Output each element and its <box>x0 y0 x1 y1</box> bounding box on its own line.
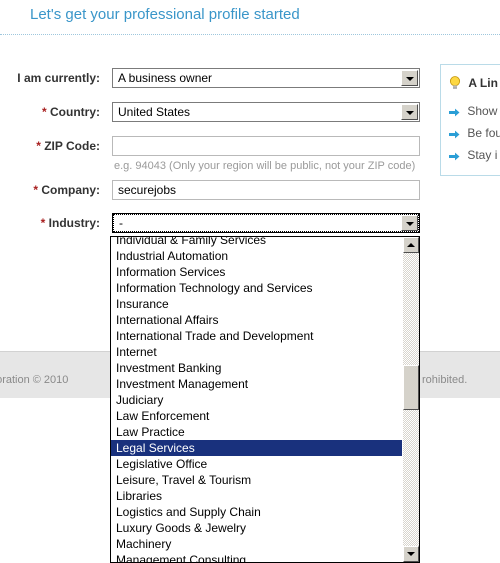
country-combo[interactable]: United States <box>112 102 420 122</box>
label-status: I am currently: <box>17 71 100 85</box>
industry-option[interactable]: Management Consulting <box>111 552 402 562</box>
industry-option[interactable]: Luxury Goods & Jewelry <box>111 520 402 536</box>
form-row-country: * Country: United States <box>0 102 436 124</box>
industry-option[interactable]: Information Services <box>111 264 402 280</box>
scroll-down-arrow-icon[interactable] <box>403 546 419 562</box>
header-divider <box>0 34 500 35</box>
status-combo[interactable]: A business owner <box>112 68 420 88</box>
form-row-status: I am currently: A business owner <box>0 68 436 90</box>
tip-item-label: Stay i <box>467 147 498 162</box>
footer-copyright: In Corporation © 2010 <box>0 374 69 386</box>
industry-combo[interactable]: - <box>112 213 420 233</box>
scrollbar-thumb[interactable] <box>403 365 419 410</box>
footer-rights-text: rohibited. <box>422 374 468 386</box>
industry-option[interactable]: Judiciary <box>111 392 402 408</box>
form-row-company: * Company: securejobs <box>0 180 436 202</box>
tip-item-label: Show <box>467 103 498 118</box>
industry-option-list: Individual & Family Services Industrial A… <box>111 237 402 562</box>
industry-option[interactable]: Logistics and Supply Chain <box>111 504 402 520</box>
required-marker: * <box>40 216 46 230</box>
tip-item-label: Be fou <box>467 125 500 140</box>
industry-option[interactable]: Machinery <box>111 536 402 552</box>
industry-combo-value: - <box>119 216 123 230</box>
tip-item-0: Show <box>449 103 497 118</box>
tip-panel-header: A Lin <box>449 75 498 90</box>
required-marker: * <box>33 183 38 197</box>
zip-code-input[interactable] <box>112 136 420 156</box>
lightbulb-icon <box>449 75 461 90</box>
chevron-down-icon[interactable] <box>401 215 418 231</box>
chevron-down-icon[interactable] <box>401 70 418 86</box>
industry-option[interactable]: Information Technology and Services <box>111 280 402 296</box>
page-header: Let's get your professional profile star… <box>0 0 500 33</box>
industry-dropdown-list[interactable]: Individual & Family Services Industrial A… <box>110 236 420 563</box>
company-value: securejobs <box>118 183 177 197</box>
label-company: * Company: <box>33 183 100 197</box>
arrow-right-icon <box>449 106 460 117</box>
scroll-up-arrow-icon[interactable] <box>403 237 419 253</box>
arrow-right-icon <box>449 128 460 139</box>
listbox-scrollbar[interactable] <box>402 237 419 562</box>
status-combo-value: A business owner <box>118 71 213 85</box>
form-row-zip: * ZIP Code: <box>0 136 436 158</box>
industry-option[interactable]: Investment Management <box>111 376 402 392</box>
tip-item-2: Stay i <box>449 147 497 162</box>
label-country: * Country: <box>41 105 100 119</box>
required-marker: * <box>36 139 41 153</box>
industry-option[interactable]: Leisure, Travel & Tourism <box>111 472 402 488</box>
chevron-down-icon[interactable] <box>401 104 418 120</box>
industry-option[interactable]: Libraries <box>111 488 402 504</box>
industry-option[interactable]: International Trade and Development <box>111 328 402 344</box>
tip-panel: A Lin Show Be fou Stay i <box>440 64 500 176</box>
industry-option[interactable]: Investment Banking <box>111 360 402 376</box>
form-row-industry: * Industry: - <box>0 213 436 235</box>
tip-item-1: Be fou <box>449 125 500 140</box>
label-industry: * Industry: <box>40 216 100 230</box>
industry-option[interactable]: Industrial Automation <box>111 248 402 264</box>
industry-option[interactable]: Internet <box>111 344 402 360</box>
company-input[interactable]: securejobs <box>112 180 420 200</box>
industry-option[interactable]: Law Practice <box>111 424 402 440</box>
industry-option[interactable]: Individual & Family Services <box>111 237 402 248</box>
page-title: Let's get your professional profile star… <box>30 6 300 23</box>
tip-panel-title: A Lin <box>468 75 498 90</box>
industry-option[interactable]: Insurance <box>111 296 402 312</box>
industry-option[interactable]: Legislative Office <box>111 456 402 472</box>
required-marker: * <box>41 105 47 119</box>
industry-option[interactable]: Law Enforcement <box>111 408 402 424</box>
country-combo-value: United States <box>118 105 191 119</box>
label-zip: * ZIP Code: <box>36 139 100 153</box>
industry-option[interactable]: Legal Services <box>111 440 402 456</box>
zip-code-hint: e.g. 94043 (Only your region will be pub… <box>114 160 416 172</box>
arrow-right-icon <box>449 150 460 161</box>
industry-option[interactable]: International Affairs <box>111 312 402 328</box>
